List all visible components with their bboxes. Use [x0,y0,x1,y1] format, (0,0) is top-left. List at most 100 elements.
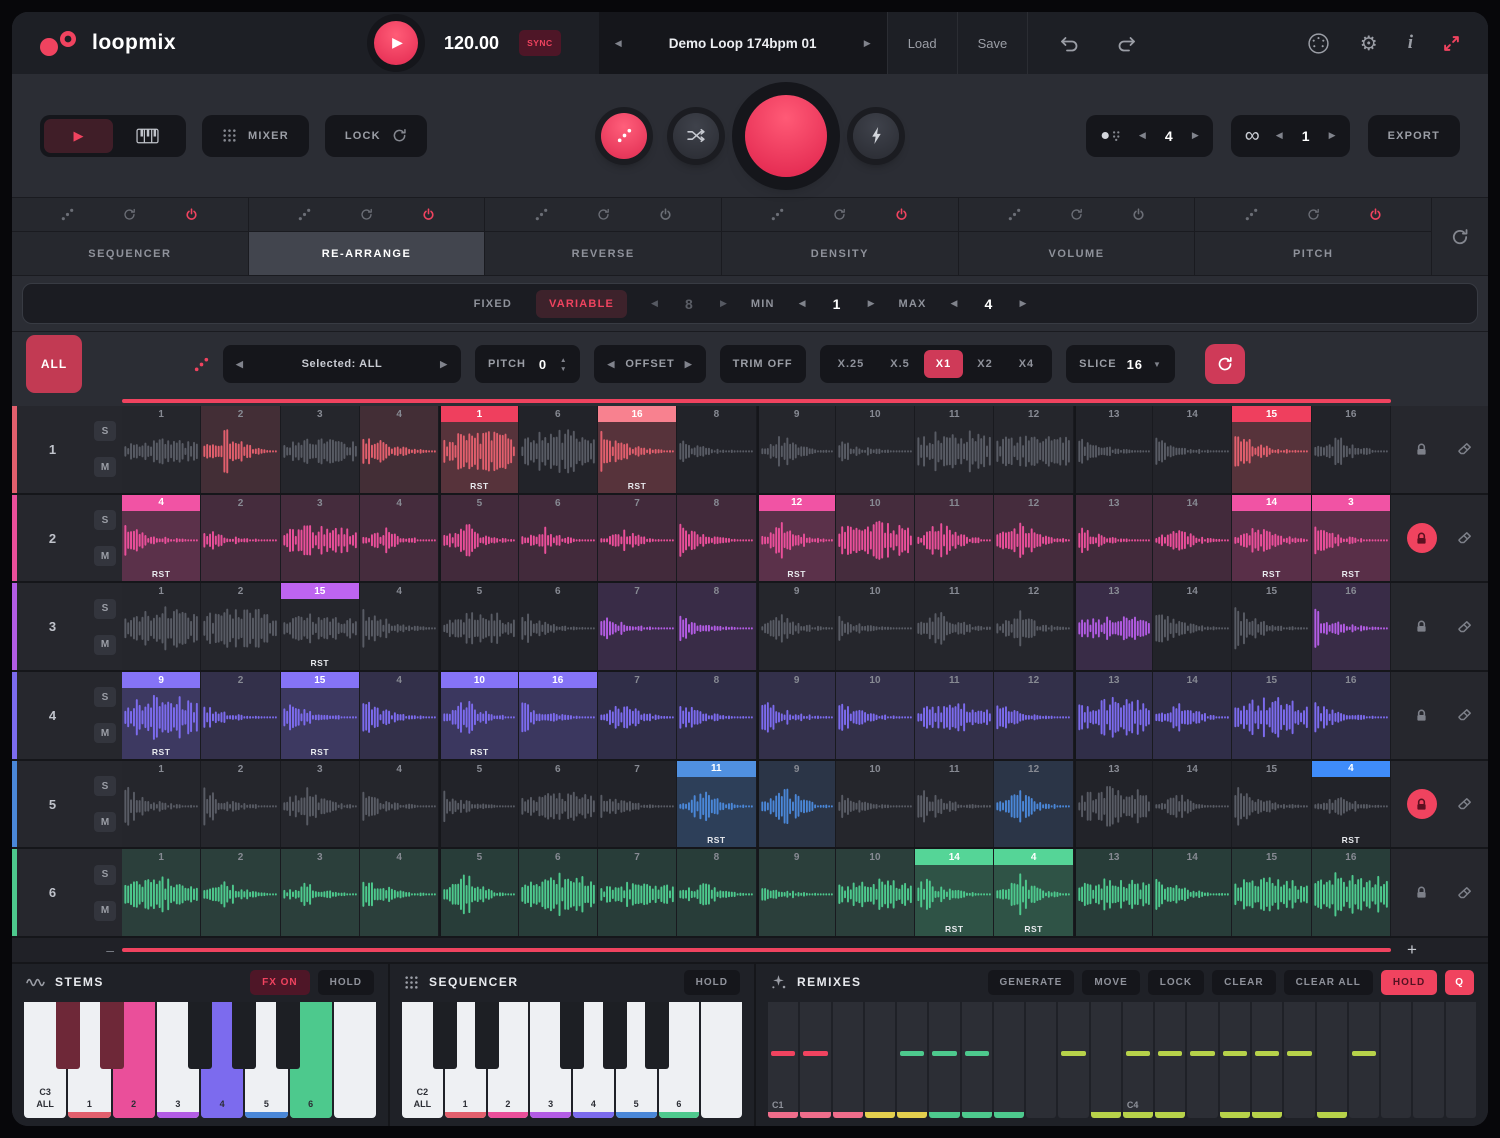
retrigger-button[interactable] [1205,344,1245,384]
settings-gear-icon[interactable]: ⚙ [1360,31,1378,56]
refresh-icon[interactable] [360,208,373,221]
remix-key[interactable] [994,1002,1024,1118]
step-cell[interactable]: 4 [360,761,439,848]
rate-x2-button[interactable]: X2 [965,350,1004,378]
load-button[interactable]: Load [887,12,957,74]
steps-prev-icon[interactable] [651,298,658,309]
mute-button[interactable]: M [94,635,116,655]
step-cell[interactable]: 8 [677,672,756,759]
step-cell[interactable]: 14 [1153,406,1232,493]
step-cell[interactable]: 15 [1232,406,1311,493]
power-icon[interactable] [1132,208,1145,221]
step-cell[interactable]: 12 [994,761,1073,848]
step-cell[interactable]: 8 [677,495,756,582]
step-cell[interactable]: 5 [439,849,518,936]
remix-key[interactable] [1413,1002,1443,1118]
remix-key[interactable]: C1 [768,1002,798,1118]
refresh-icon[interactable] [833,208,846,221]
shuffle-knob[interactable] [673,113,719,159]
remix-key[interactable] [929,1002,959,1118]
mute-button[interactable]: M [94,457,116,477]
refresh-icon[interactable] [123,208,136,221]
modules-refresh-button[interactable] [1432,198,1488,275]
step-cell[interactable]: 2 [201,761,280,848]
step-cell[interactable]: 9 [757,406,836,493]
mute-button[interactable]: M [94,723,116,743]
remix-key[interactable] [1187,1002,1217,1118]
step-cell[interactable]: 3 [281,761,360,848]
trigger-knob[interactable] [853,113,899,159]
step-cell[interactable]: 1 [122,406,201,493]
mute-button[interactable]: M [94,546,116,566]
export-button[interactable]: EXPORT [1368,115,1460,157]
step-cell[interactable]: 13 [1074,849,1153,936]
selected-next-icon[interactable] [440,359,448,370]
step-cell[interactable]: 16 [1312,672,1391,759]
remove-bar-button[interactable]: – [12,942,122,958]
remix-key[interactable] [1220,1002,1250,1118]
step-cell[interactable]: 14RST [915,849,994,936]
step-cell[interactable]: 2 [201,406,280,493]
step-cell[interactable]: 14 [1153,583,1232,670]
solo-button[interactable]: S [94,421,116,441]
step-cell[interactable]: 4 [360,583,439,670]
remix-key[interactable] [800,1002,830,1118]
solo-button[interactable]: S [94,776,116,796]
step-cell[interactable]: 15 [1232,761,1311,848]
rate-x4-button[interactable]: X4 [1007,350,1046,378]
step-cell[interactable]: 10 [836,849,915,936]
step-cell[interactable]: 5 [439,761,518,848]
step-cell[interactable]: 9 [757,849,836,936]
keys-view-button[interactable] [113,119,182,153]
mute-button[interactable]: M [94,812,116,832]
step-cell[interactable]: 10 [836,406,915,493]
step-cell[interactable]: 14RST [1232,495,1311,582]
step-cell[interactable]: 13 [1074,583,1153,670]
step-cell[interactable]: 6 [519,495,598,582]
sequencer-hold-button[interactable]: HOLD [684,970,740,995]
track-clear-button[interactable] [1457,441,1473,457]
module-tab-re-arrange[interactable]: RE-ARRANGE [249,232,485,275]
step-cell[interactable]: 3RST [1312,495,1391,582]
remix-key[interactable] [833,1002,863,1118]
step-cell[interactable]: 2 [201,672,280,759]
piano-key-black[interactable] [560,1002,584,1069]
power-icon[interactable] [659,208,672,221]
step-cell[interactable]: 4 [360,495,439,582]
step-cell[interactable]: 11 [915,583,994,670]
step-cell[interactable]: 12 [994,672,1073,759]
track-lock-button[interactable] [1407,612,1437,642]
variable-mode-button[interactable]: VARIABLE [536,290,627,318]
step-cell[interactable]: 12 [994,406,1073,493]
step-cell[interactable]: 2 [201,495,280,582]
remix-hold-button[interactable]: HOLD [1381,970,1437,995]
step-cell[interactable]: 7 [598,672,677,759]
step-cell[interactable]: 15 [1232,672,1311,759]
step-cell[interactable]: 6 [519,583,598,670]
mixer-button[interactable]: MIXER [202,115,309,157]
solo-button[interactable]: S [94,687,116,707]
power-icon[interactable] [1369,208,1382,221]
step-cell[interactable]: 5 [439,583,518,670]
step-cell[interactable]: 7 [598,495,677,582]
step-cell[interactable]: 11 [915,761,994,848]
add-bar-button[interactable]: + [1391,940,1488,960]
rate-x025-button[interactable]: X.25 [826,350,877,378]
trim-toggle-button[interactable]: TRIM OFF [720,345,806,383]
select-all-tracks-button[interactable]: ALL [26,335,82,393]
loop-next-icon[interactable] [1329,130,1336,141]
piano-key-black[interactable] [603,1002,627,1069]
generate-button[interactable]: GENERATE [988,970,1075,995]
loop-prev-icon[interactable] [1276,130,1283,141]
remix-key[interactable] [1317,1002,1347,1118]
move-button[interactable]: MOVE [1082,970,1139,995]
rate-x1-button[interactable]: X1 [924,350,963,378]
info-icon[interactable]: i [1408,32,1413,54]
remix-key[interactable] [1252,1002,1282,1118]
min-next-icon[interactable] [868,298,875,309]
step-cell[interactable]: 9 [757,583,836,670]
step-cell[interactable]: 4 [360,406,439,493]
step-cell[interactable]: 1 [122,849,201,936]
step-cell[interactable]: 4 [360,849,439,936]
mute-button[interactable]: M [94,901,116,921]
